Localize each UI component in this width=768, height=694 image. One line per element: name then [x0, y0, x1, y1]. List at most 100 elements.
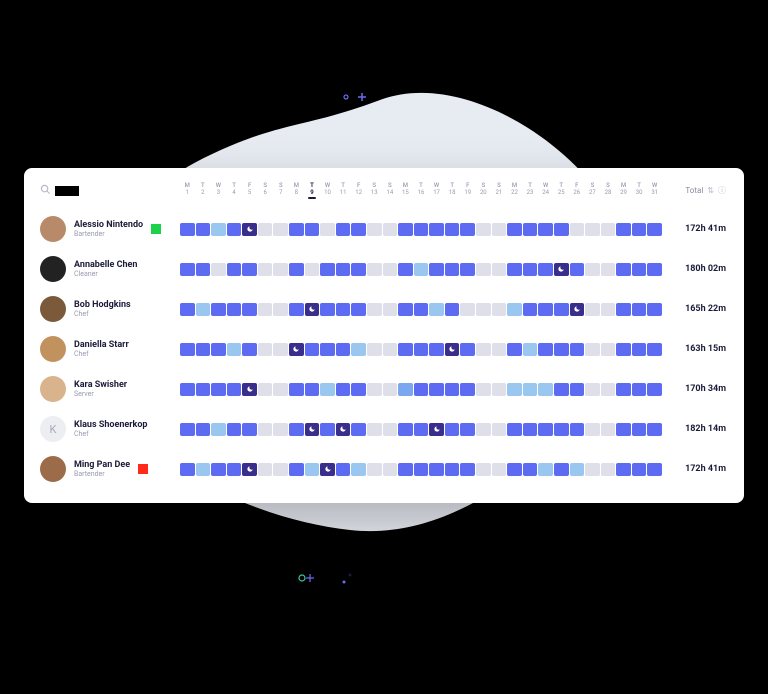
- shift-cell[interactable]: [273, 423, 288, 436]
- shift-cell[interactable]: [523, 303, 538, 316]
- shift-cell[interactable]: [632, 343, 647, 356]
- shift-cell[interactable]: [273, 463, 288, 476]
- shift-cell[interactable]: [180, 223, 195, 236]
- shift-cell[interactable]: [196, 383, 211, 396]
- shift-cell[interactable]: [460, 463, 475, 476]
- shift-cell[interactable]: [398, 343, 413, 356]
- shift-cell[interactable]: [616, 383, 631, 396]
- shift-cell[interactable]: [211, 303, 226, 316]
- day-column[interactable]: M1: [180, 182, 195, 199]
- shift-cell[interactable]: [320, 303, 335, 316]
- shift-cell[interactable]: [305, 263, 320, 276]
- shift-cell[interactable]: [305, 423, 320, 436]
- shift-cell[interactable]: [616, 423, 631, 436]
- day-column[interactable]: T9: [305, 182, 320, 199]
- shift-cell[interactable]: [383, 383, 398, 396]
- shift-cell[interactable]: [570, 383, 585, 396]
- shift-cell[interactable]: [336, 423, 351, 436]
- shift-cell[interactable]: [570, 303, 585, 316]
- shift-cell[interactable]: [336, 263, 351, 276]
- shift-cell[interactable]: [585, 383, 600, 396]
- shift-cell[interactable]: [242, 383, 257, 396]
- shift-cell[interactable]: [227, 463, 242, 476]
- shift-cell[interactable]: [538, 383, 553, 396]
- shift-cell[interactable]: [367, 223, 382, 236]
- shift-cell[interactable]: [180, 383, 195, 396]
- day-column[interactable]: W10: [320, 182, 335, 199]
- shift-cell[interactable]: [336, 343, 351, 356]
- shift-cell[interactable]: [554, 463, 569, 476]
- shift-cell[interactable]: [320, 383, 335, 396]
- shift-cell[interactable]: [570, 463, 585, 476]
- shift-cell[interactable]: [196, 303, 211, 316]
- day-column[interactable]: T4: [227, 182, 242, 199]
- day-column[interactable]: S28: [601, 182, 616, 199]
- shift-cell[interactable]: [227, 223, 242, 236]
- shift-cell[interactable]: [196, 223, 211, 236]
- shift-cell[interactable]: [289, 303, 304, 316]
- shift-cell[interactable]: [383, 223, 398, 236]
- shift-cell[interactable]: [601, 463, 616, 476]
- total-header[interactable]: Total ⇅ ⓘ: [662, 185, 728, 196]
- shift-cell[interactable]: [305, 223, 320, 236]
- shift-cell[interactable]: [616, 463, 631, 476]
- shift-cell[interactable]: [507, 303, 522, 316]
- shift-cell[interactable]: [601, 423, 616, 436]
- shift-cell[interactable]: [647, 423, 662, 436]
- search-area[interactable]: [40, 184, 180, 198]
- shift-cell[interactable]: [258, 383, 273, 396]
- shift-cell[interactable]: [632, 423, 647, 436]
- shift-cell[interactable]: [258, 303, 273, 316]
- shift-cell[interactable]: [414, 383, 429, 396]
- shift-cell[interactable]: [429, 343, 444, 356]
- employee-cell[interactable]: Bob HodgkinsChef: [40, 296, 180, 322]
- employee-cell[interactable]: Annabelle ChenCleaner: [40, 256, 180, 282]
- shift-cell[interactable]: [383, 463, 398, 476]
- employee-cell[interactable]: Ming Pan DeeBartender: [40, 456, 180, 482]
- shift-cell[interactable]: [258, 423, 273, 436]
- shift-cell[interactable]: [632, 223, 647, 236]
- shift-cell[interactable]: [305, 303, 320, 316]
- shift-cell[interactable]: [507, 223, 522, 236]
- shift-cell[interactable]: [351, 223, 366, 236]
- shift-cell[interactable]: [242, 463, 257, 476]
- shift-cell[interactable]: [476, 423, 491, 436]
- shift-cell[interactable]: [585, 423, 600, 436]
- shift-cell[interactable]: [414, 463, 429, 476]
- shift-cell[interactable]: [554, 383, 569, 396]
- shift-cell[interactable]: [616, 223, 631, 236]
- shift-cell[interactable]: [320, 263, 335, 276]
- shift-cell[interactable]: [554, 343, 569, 356]
- shift-cell[interactable]: [242, 423, 257, 436]
- shift-cell[interactable]: [445, 343, 460, 356]
- day-column[interactable]: F26: [570, 182, 585, 199]
- shift-cell[interactable]: [460, 423, 475, 436]
- shift-cell[interactable]: [476, 463, 491, 476]
- shift-cell[interactable]: [554, 303, 569, 316]
- shift-cell[interactable]: [538, 303, 553, 316]
- shift-cell[interactable]: [242, 263, 257, 276]
- shift-cell[interactable]: [242, 303, 257, 316]
- shift-cell[interactable]: [632, 263, 647, 276]
- shift-cell[interactable]: [196, 423, 211, 436]
- shift-cell[interactable]: [320, 223, 335, 236]
- shift-cell[interactable]: [367, 343, 382, 356]
- shift-cell[interactable]: [507, 463, 522, 476]
- shift-cell[interactable]: [351, 263, 366, 276]
- shift-cell[interactable]: [305, 383, 320, 396]
- shift-cell[interactable]: [585, 343, 600, 356]
- shift-cell[interactable]: [180, 303, 195, 316]
- shift-cell[interactable]: [414, 423, 429, 436]
- shift-cell[interactable]: [211, 263, 226, 276]
- shift-cell[interactable]: [476, 223, 491, 236]
- shift-cell[interactable]: [227, 423, 242, 436]
- shift-cell[interactable]: [258, 343, 273, 356]
- day-column[interactable]: S27: [585, 182, 600, 199]
- day-column[interactable]: S21: [492, 182, 507, 199]
- shift-cell[interactable]: [507, 423, 522, 436]
- search-input[interactable]: [55, 186, 79, 196]
- shift-cell[interactable]: [523, 463, 538, 476]
- shift-cell[interactable]: [289, 223, 304, 236]
- day-column[interactable]: T25: [554, 182, 569, 199]
- shift-cell[interactable]: [351, 423, 366, 436]
